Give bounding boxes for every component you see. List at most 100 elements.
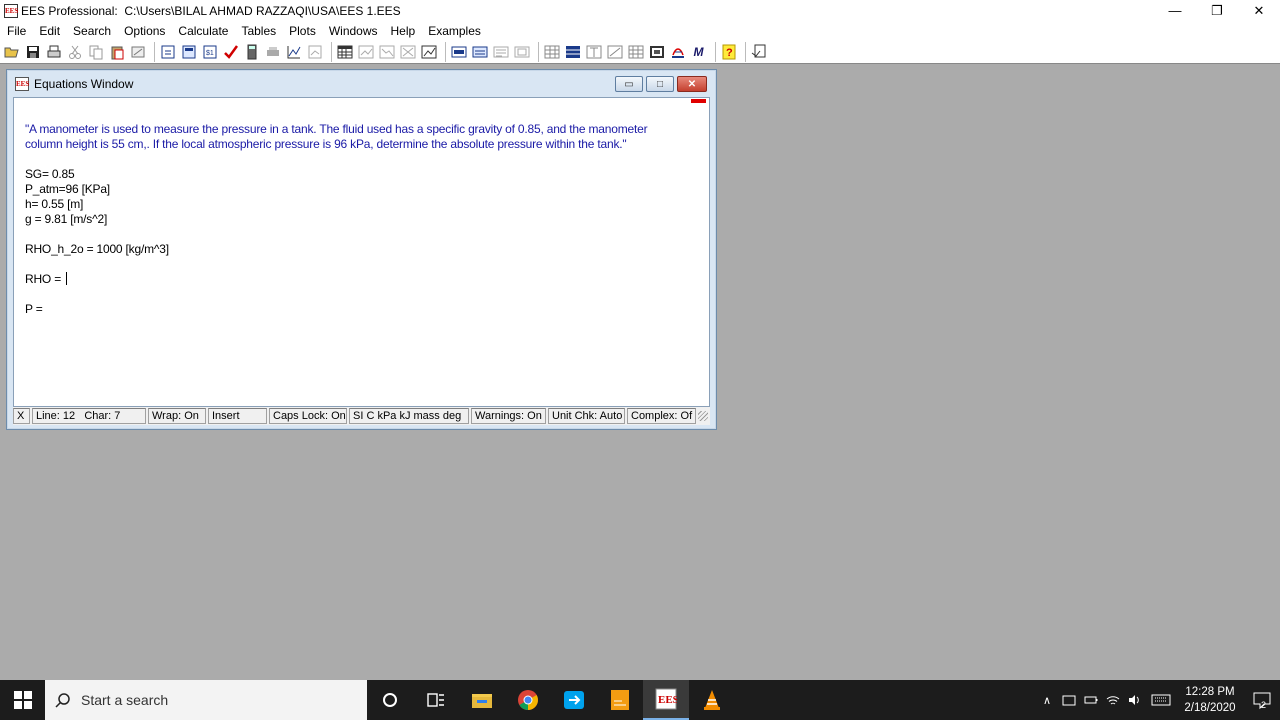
plot-icon-1[interactable]	[357, 43, 374, 60]
menu-tables[interactable]: Tables	[241, 24, 276, 38]
variable-info-icon[interactable]	[180, 43, 197, 60]
chevron-up-icon[interactable]: ∧	[1036, 680, 1058, 720]
equation-line[interactable]: RHO_h_2o = 1000 [kg/m^3]	[25, 242, 647, 257]
integral-table-icon[interactable]	[585, 43, 602, 60]
equation-line[interactable]: h= 0.55 [m]	[25, 197, 647, 212]
start-button[interactable]	[0, 680, 45, 720]
equation-text: RHO =	[25, 272, 65, 286]
array-window-icon[interactable]	[450, 43, 467, 60]
menu-plots[interactable]: Plots	[289, 24, 316, 38]
comment-line[interactable]: column height is 55 cm,. If the local at…	[25, 137, 647, 152]
status-unit-system[interactable]: SI C kPa kJ mass deg	[349, 408, 469, 424]
equation-line[interactable]: P =	[25, 302, 647, 317]
vlc-icon[interactable]	[689, 680, 735, 720]
diagram-icon[interactable]	[648, 43, 665, 60]
equation-line[interactable]	[25, 287, 647, 302]
open-icon[interactable]	[3, 43, 20, 60]
ees-window-icon: EES	[15, 76, 29, 91]
cut-icon[interactable]	[66, 43, 83, 60]
comment-line[interactable]: "A manometer is used to measure the pres…	[25, 122, 648, 137]
menu-file[interactable]: File	[7, 24, 26, 38]
equation-line[interactable]	[25, 227, 647, 242]
save-icon[interactable]	[24, 43, 41, 60]
equation-line[interactable]	[25, 257, 647, 272]
equation-line[interactable]	[25, 152, 647, 167]
remote-app-icon[interactable]	[551, 680, 597, 720]
print-icon[interactable]	[45, 43, 62, 60]
status-warnings[interactable]: Warnings: On	[471, 408, 546, 424]
plot-window-icon[interactable]	[606, 43, 623, 60]
equations-window[interactable]: EES Equations Window ▭ □ ✕ "A manometer …	[6, 69, 717, 430]
wifi-icon[interactable]	[1102, 680, 1124, 720]
notification-count: 2	[1261, 700, 1266, 710]
task-view-icon[interactable]	[413, 680, 459, 720]
menu-examples[interactable]: Examples	[428, 24, 481, 38]
ees-taskbar-icon[interactable]: EES	[643, 680, 689, 720]
status-wrap[interactable]: Wrap: On	[148, 408, 206, 424]
equation-line[interactable]: P_atm=96 [KPa]	[25, 182, 647, 197]
battery-icon[interactable]	[1080, 680, 1102, 720]
check-units-icon[interactable]	[129, 43, 146, 60]
taskbar-search[interactable]: Start a search	[45, 680, 367, 720]
menu-options[interactable]: Options	[124, 24, 165, 38]
chrome-icon[interactable]	[505, 680, 551, 720]
plot-icon-4[interactable]	[420, 43, 437, 60]
menu-help[interactable]: Help	[391, 24, 416, 38]
equation-line[interactable]: SG= 0.85	[25, 167, 647, 182]
lookup-table-icon[interactable]	[564, 43, 581, 60]
table-icon[interactable]	[336, 43, 353, 60]
equation-line[interactable]: g = 9.81 [m/s^2]	[25, 212, 647, 227]
eq-maximize-button[interactable]: □	[646, 76, 674, 92]
resize-grip[interactable]	[698, 411, 708, 421]
macro-m-icon[interactable]: M	[690, 43, 707, 60]
ees-app-icon: EES	[4, 3, 18, 18]
info-icon[interactable]	[159, 43, 176, 60]
solve-icon[interactable]	[264, 43, 281, 60]
equation-text: P_atm=96 [KPa]	[25, 182, 110, 196]
grid-icon[interactable]	[627, 43, 644, 60]
plot-icon-2[interactable]	[378, 43, 395, 60]
equations-text[interactable]: "A manometer is used to measure the pres…	[25, 122, 648, 317]
menu-windows[interactable]: Windows	[329, 24, 378, 38]
chart-icon[interactable]	[285, 43, 302, 60]
check-icon[interactable]	[222, 43, 239, 60]
menu-edit[interactable]: Edit	[39, 24, 60, 38]
copy-icon[interactable]	[87, 43, 104, 60]
status-unit-check[interactable]: Unit Chk: Auto	[548, 408, 625, 424]
clock[interactable]: 12:28 PM 2/18/2020	[1176, 684, 1244, 716]
pdf-app-icon[interactable]	[597, 680, 643, 720]
solution-window-icon[interactable]	[471, 43, 488, 60]
macro-icon[interactable]	[750, 43, 767, 60]
equations-window-title-bar[interactable]: EES Equations Window ▭ □ ✕	[7, 70, 716, 97]
status-insert-mode[interactable]: Insert	[208, 408, 267, 424]
equation-line[interactable]: RHO =	[25, 272, 647, 287]
notification-center-icon[interactable]: 2	[1244, 680, 1280, 720]
help-icon[interactable]: ?	[720, 43, 737, 60]
menu-calculate[interactable]: Calculate	[178, 24, 228, 38]
formatted-icon[interactable]	[492, 43, 509, 60]
equation-text: h= 0.55 [m]	[25, 197, 84, 211]
status-close-button[interactable]: X	[13, 408, 30, 424]
equations-editor[interactable]: "A manometer is used to measure the pres…	[13, 97, 710, 407]
device-icon[interactable]	[1058, 680, 1080, 720]
file-explorer-icon[interactable]	[459, 680, 505, 720]
calculator-icon[interactable]	[243, 43, 260, 60]
unit-icon[interactable]: $1	[201, 43, 218, 60]
residuals-icon[interactable]	[513, 43, 530, 60]
restore-button[interactable]: ❐	[1196, 0, 1238, 21]
volume-icon[interactable]	[1124, 680, 1146, 720]
parametric-table-icon[interactable]	[543, 43, 560, 60]
menu-search[interactable]: Search	[73, 24, 111, 38]
close-button[interactable]: ✕	[1238, 0, 1280, 21]
eq-close-button[interactable]: ✕	[677, 76, 707, 92]
plot-small-icon[interactable]	[306, 43, 323, 60]
property-plot-icon[interactable]	[669, 43, 686, 60]
minimize-button[interactable]: —	[1154, 0, 1196, 21]
eq-minimize-button[interactable]: ▭	[615, 76, 643, 92]
plot-icon-3[interactable]	[399, 43, 416, 60]
paste-icon[interactable]	[108, 43, 125, 60]
keyboard-icon[interactable]	[1146, 680, 1176, 720]
vertical-scrollbar[interactable]	[703, 106, 709, 406]
status-complex[interactable]: Complex: Of	[627, 408, 696, 424]
cortana-icon[interactable]	[367, 680, 413, 720]
